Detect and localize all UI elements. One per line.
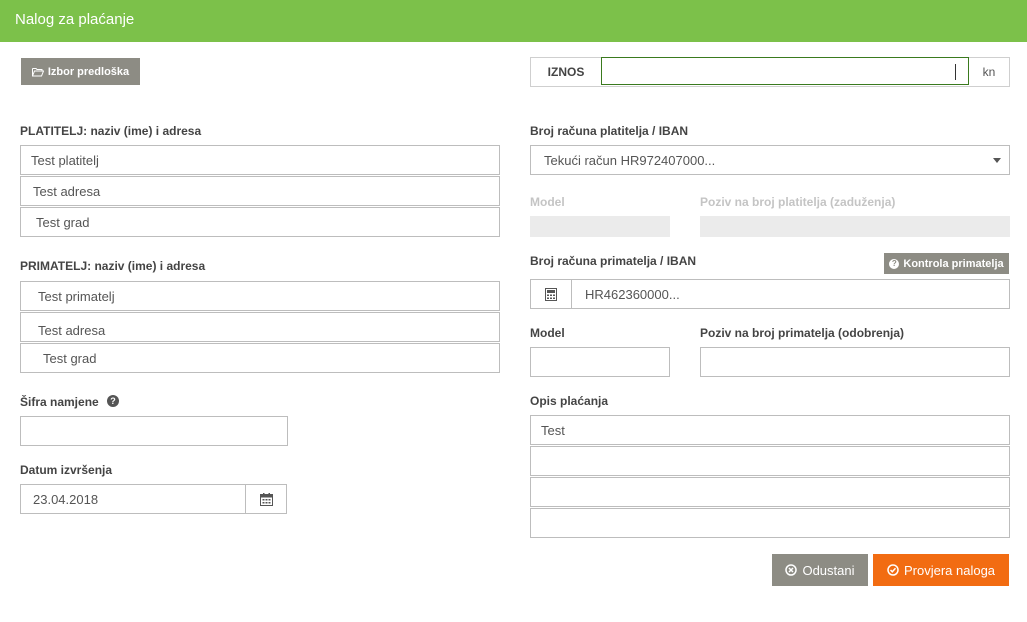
select-template-button[interactable]: Izbor predloška bbox=[21, 58, 140, 85]
recipient-name-field[interactable]: Test primatelj bbox=[20, 281, 500, 311]
description-label: Opis plaćanja bbox=[530, 394, 609, 408]
text-caret bbox=[955, 64, 956, 80]
payer-city-field[interactable]: Test grad bbox=[20, 207, 500, 237]
execution-date-input[interactable]: 23.04.2018 bbox=[21, 485, 245, 513]
cancel-button[interactable]: Odustani bbox=[772, 554, 868, 586]
description-line-3[interactable] bbox=[530, 477, 1010, 507]
payer-account-label: Broj računa platitelja / IBAN bbox=[530, 124, 689, 138]
check-recipient-label: Kontrola primatelja bbox=[903, 257, 1004, 270]
check-circle-icon bbox=[887, 564, 899, 576]
purpose-code-field[interactable] bbox=[20, 416, 288, 446]
execution-date-label: Datum izvršenja bbox=[20, 463, 113, 477]
recipient-address-field[interactable]: Test adresa bbox=[20, 312, 500, 342]
check-order-label: Provjera naloga bbox=[903, 562, 996, 578]
recipient-model-field[interactable] bbox=[530, 347, 670, 377]
select-template-label: Izbor predloška bbox=[47, 65, 130, 78]
recipient-iban-input[interactable]: HR462360000... bbox=[572, 280, 1009, 308]
execution-date-group: 23.04.2018 bbox=[20, 484, 287, 514]
purpose-code-label: Šifra namjene bbox=[20, 395, 99, 409]
recipient-city-field[interactable]: Test grad bbox=[20, 343, 500, 373]
page-header: Nalog za plaćanje bbox=[0, 0, 1027, 42]
question-circle-icon[interactable]: ? bbox=[107, 395, 119, 407]
payer-address-field[interactable]: Test adresa bbox=[20, 176, 500, 206]
payer-account-selected: Tekući račun HR972407000... bbox=[544, 152, 716, 168]
check-recipient-button[interactable]: ? Kontrola primatelja bbox=[884, 253, 1009, 274]
currency-suffix: kn bbox=[982, 65, 996, 79]
chevron-down-icon bbox=[993, 158, 1001, 163]
payer-model-field bbox=[530, 216, 670, 237]
description-line-1[interactable]: Test bbox=[530, 415, 1010, 445]
cancel-label: Odustani bbox=[802, 562, 855, 578]
amount-input[interactable] bbox=[601, 57, 969, 85]
calendar-icon[interactable] bbox=[245, 485, 286, 513]
recipient-section-label: PRIMATELJ: naziv (ime) i adresa bbox=[20, 259, 206, 273]
question-circle-icon: ? bbox=[889, 258, 900, 269]
recipient-model-label: Model bbox=[530, 326, 565, 340]
check-order-button[interactable]: Provjera naloga bbox=[873, 554, 1009, 586]
payer-name-field[interactable]: Test platitelj bbox=[20, 145, 500, 175]
amount-label: IZNOS bbox=[547, 65, 585, 79]
payer-reference-field bbox=[700, 216, 1010, 237]
recipient-reference-field[interactable] bbox=[700, 347, 1010, 377]
cancel-circle-icon bbox=[785, 564, 798, 576]
payer-model-label: Model bbox=[530, 195, 565, 209]
payer-account-select[interactable]: Tekući račun HR972407000... bbox=[530, 145, 1010, 175]
recipient-account-label: Broj računa primatelja / IBAN bbox=[530, 254, 697, 268]
recipient-iban-group: HR462360000... bbox=[530, 279, 1010, 309]
amount-group: IZNOS kn bbox=[530, 57, 1010, 87]
description-line-4[interactable] bbox=[530, 508, 1010, 538]
description-line-2[interactable] bbox=[530, 446, 1010, 476]
calculator-icon[interactable] bbox=[531, 280, 572, 308]
recipient-reference-label: Poziv na broj primatelja (odobrenja) bbox=[700, 326, 905, 340]
payer-reference-label: Poziv na broj platitelja (zaduženja) bbox=[700, 195, 896, 209]
payer-section-label: PLATITELJ: naziv (ime) i adresa bbox=[20, 124, 202, 138]
folder-open-icon bbox=[31, 67, 44, 76]
page-title: Nalog za plaćanje bbox=[15, 11, 135, 28]
